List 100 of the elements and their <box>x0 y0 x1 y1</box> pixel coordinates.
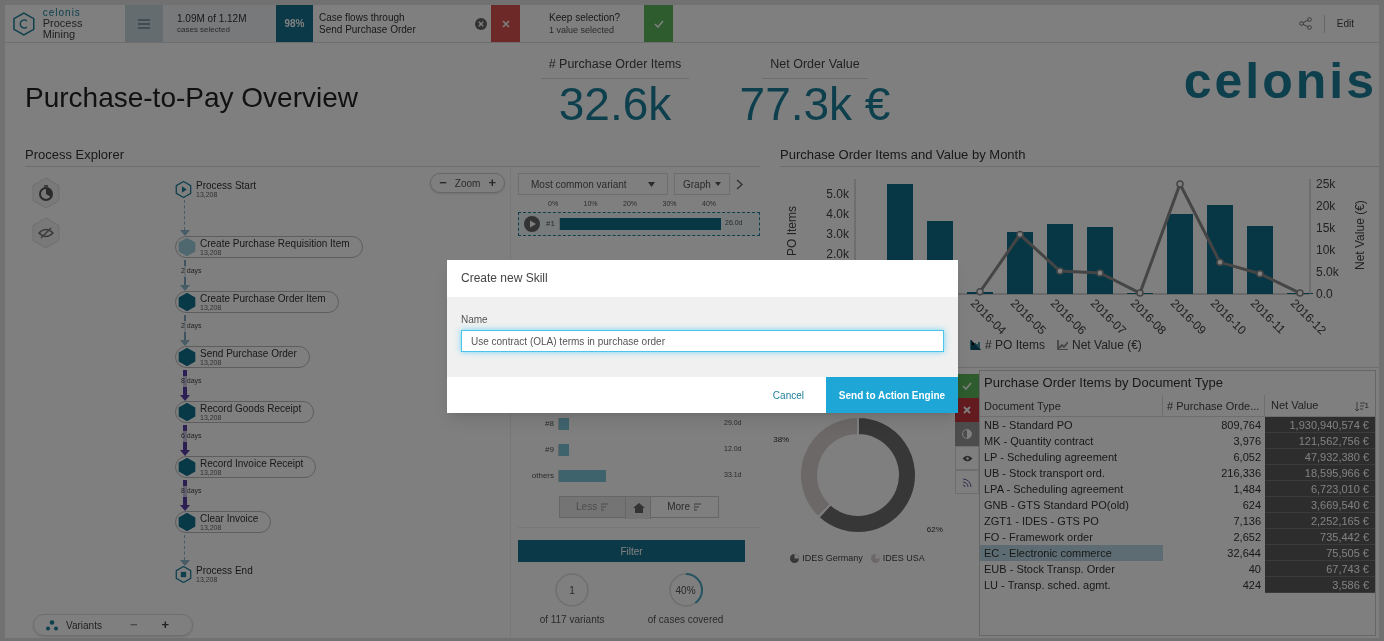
menu-button[interactable] <box>125 5 163 42</box>
edit-button[interactable]: Edit <box>1336 16 1354 31</box>
column-header[interactable]: # Purchase Orde... <box>1163 395 1265 416</box>
table-cell-text: 3,976 <box>1232 433 1262 449</box>
axis-tick-label: 5.0k <box>1316 265 1339 279</box>
share-icon[interactable] <box>1298 17 1312 30</box>
table-row[interactable]: LPA - Scheduling agreement 1,484 6,723,010 € <box>980 481 1375 497</box>
table-cell-text: LP - Scheduling agreement <box>983 450 1119 465</box>
table-cell-text: LU - Transp. sched. agmt. <box>983 578 1112 593</box>
stop-hexagon-icon <box>175 566 192 583</box>
arrow-head-icon <box>180 230 190 236</box>
hexagon-icon <box>178 293 196 311</box>
increase-button[interactable]: + <box>149 615 182 635</box>
close-icon <box>501 19 510 28</box>
dialog-title: Create new Skill <box>460 270 549 287</box>
table-cell: 2,252,165 € <box>1265 513 1375 529</box>
axis-tick-label: 20k <box>1316 199 1336 213</box>
menu-icon <box>138 18 150 29</box>
node-label: Clear Invoice <box>200 513 259 524</box>
chevron-right-icon[interactable] <box>735 178 743 190</box>
view-button[interactable] <box>955 446 979 470</box>
arrow-head-icon <box>180 285 190 291</box>
legend-label: IDES USA <box>882 552 925 565</box>
table-row[interactable]: EUB - Stock Transp. Order 40 67,743 € <box>980 561 1375 577</box>
table-row[interactable]: LU - Transp. sched. agmt. 424 3,586 € <box>980 577 1375 593</box>
sort-icon[interactable] <box>1354 401 1365 412</box>
timer-icon[interactable] <box>30 177 62 209</box>
chart-point <box>976 288 984 296</box>
stat-caption: of cases covered <box>647 613 724 627</box>
axis-tick-label: 4.0k <box>826 207 849 221</box>
kpi-value: 77.3k € <box>739 78 891 129</box>
variant-bar[interactable] <box>559 443 569 456</box>
clear-icon[interactable] <box>475 17 487 30</box>
column-header[interactable]: Document Type <box>980 395 1163 416</box>
chart-point <box>1056 267 1064 275</box>
node-label: Create Purchase Order Item <box>200 293 326 304</box>
table-cell: 6,723,010 € <box>1265 481 1375 497</box>
chart-point <box>1296 289 1304 297</box>
table-cell-text: 809,764 <box>1220 417 1262 433</box>
table-row[interactable]: GNB - GTS Standard PO(old) 624 3,669,540 € <box>980 497 1375 513</box>
legend-label: Net Value (€) <box>1072 337 1142 354</box>
table-row[interactable]: EC - Electronic commerce 32,644 75,505 € <box>980 545 1375 561</box>
hexagon-icon <box>178 458 196 476</box>
variants-button[interactable]: Variants <box>34 617 118 633</box>
table-cell-text: 7,136 <box>1232 513 1262 529</box>
remove-button[interactable] <box>491 5 520 42</box>
table-cell-text: 1,484 <box>1232 481 1262 497</box>
nodes-icon <box>46 619 58 631</box>
section-title: Process Explorer <box>25 143 760 167</box>
stat-value: 1 <box>569 583 575 598</box>
sort-icon <box>693 502 702 511</box>
table-cell-text: 216,336 <box>1220 465 1262 481</box>
node-label: Process Start <box>196 181 257 191</box>
variant-select[interactable]: Most common variant <box>518 173 668 195</box>
home-icon[interactable] <box>625 496 652 519</box>
table-row[interactable]: FO - Framework order 2,652 735,442 € <box>980 529 1375 545</box>
table-cell-text: MK - Quantity contract <box>983 434 1095 449</box>
table-row[interactable]: LP - Scheduling agreement 6,052 47,932,380 € <box>980 449 1375 465</box>
zoom-label: Zoom <box>454 176 481 191</box>
table-cell-text: LPA - Scheduling agreement <box>983 482 1125 497</box>
table-row[interactable]: UB - Stock transport ord. 216,336 18,595,966 € <box>980 465 1375 481</box>
variant-bar[interactable] <box>559 469 606 482</box>
node-label: Send Purchase Order <box>200 348 297 359</box>
cancel-button[interactable]: Cancel <box>750 377 826 413</box>
view-button[interactable]: Graph <box>674 173 730 195</box>
table-row[interactable]: MK - Quantity contract 3,976 121,562,756 € <box>980 433 1375 449</box>
table-cell: 75,505 € <box>1265 545 1375 561</box>
celonis-logo: celonis <box>1183 52 1377 111</box>
name-input-field[interactable]: Use contract (OLA) terms in purchase order <box>461 330 944 352</box>
table-cell-text: FO - Framework order <box>983 530 1094 545</box>
contrast-icon <box>962 429 972 439</box>
hidden-eye-icon[interactable] <box>30 217 62 249</box>
share-badge: 98% <box>276 5 313 42</box>
signal-icon <box>961 477 973 487</box>
donut-slice[interactable] <box>798 416 859 519</box>
zoom-out-button[interactable]: − <box>439 173 447 193</box>
submit-button[interactable]: Send to Action Engine <box>826 377 958 413</box>
table-row[interactable]: ZGT1 - IDES - GTS PO 7,136 2,252,165 € <box>980 513 1375 529</box>
arrow-head-icon <box>180 340 190 346</box>
slice-label: 38% <box>772 434 789 444</box>
kpi-label: Net Order Value <box>762 55 868 79</box>
table-cell: 1,930,940,574 € <box>1265 417 1375 433</box>
zoom-in-button[interactable]: + <box>488 173 496 193</box>
table-row[interactable]: NB - Standard PO 809,764 1,930,940,574 € <box>980 417 1375 433</box>
zoom-control[interactable]: − Zoom + <box>430 173 505 193</box>
variant-bar[interactable] <box>560 217 721 230</box>
column-header[interactable]: Net Value <box>1271 397 1319 414</box>
filter-button[interactable]: Filter <box>518 540 745 562</box>
play-icon[interactable] <box>524 215 541 232</box>
hexagon-icon <box>178 513 196 531</box>
axis-tick-label: 2.0k <box>826 247 849 261</box>
chart-point <box>1176 180 1184 188</box>
app-name: Process Mining <box>42 18 84 40</box>
variant-bar[interactable] <box>559 417 569 430</box>
table-cell-text: 624 <box>1241 497 1262 513</box>
legend-label: # PO Items <box>985 337 1046 354</box>
table-cell: 18,595,966 € <box>1265 465 1375 481</box>
signal-button[interactable] <box>955 470 979 494</box>
invert-button[interactable] <box>955 422 979 446</box>
keep-selection-caption: 1 value selected <box>549 23 616 36</box>
